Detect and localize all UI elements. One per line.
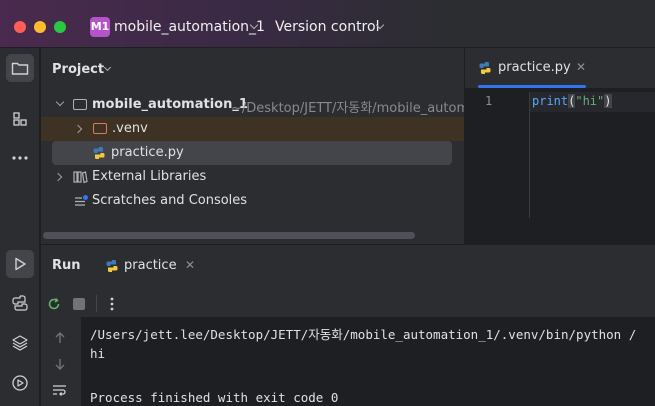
more-tools-button[interactable] — [6, 144, 34, 172]
code-function: print — [532, 94, 569, 108]
project-panel: Project mobile_automation_1 ~/Desktop/JE… — [41, 48, 464, 244]
play-icon — [15, 257, 26, 271]
window-maximize-button[interactable] — [54, 21, 66, 33]
line-number: 1 — [485, 94, 493, 108]
tab-label: practice.py — [498, 60, 571, 75]
run-toolbar — [41, 289, 655, 317]
run-side-toolbar — [41, 317, 81, 406]
console-line: hi — [90, 346, 106, 361]
python-console-button[interactable] — [6, 289, 34, 317]
folder-icon — [73, 99, 87, 110]
rerun-icon[interactable] — [46, 296, 62, 316]
folder-excluded-icon — [93, 123, 107, 134]
external-libraries-label: External Libraries — [92, 169, 207, 184]
tree-root-row[interactable]: mobile_automation_1 ~/Desktop/JETT/자동화/m… — [41, 93, 464, 117]
tree-row-venv[interactable]: .venv — [41, 117, 464, 141]
services-icon — [12, 375, 28, 391]
project-panel-title[interactable]: Project — [52, 62, 104, 77]
services-tool-button[interactable] — [6, 369, 34, 397]
arrow-up-icon[interactable] — [53, 331, 67, 349]
structure-tool-button[interactable] — [6, 105, 34, 133]
code-close-paren: ) — [604, 94, 612, 108]
python-packages-button[interactable] — [6, 329, 34, 357]
python-file-icon — [92, 146, 106, 164]
more-horizontal-icon — [12, 156, 28, 160]
project-badge[interactable]: M1 — [90, 17, 110, 37]
root-folder-path: ~/Desktop/JETT/자동화/mobile_automa — [231, 101, 464, 116]
code-line-1[interactable]: print("hi") — [532, 94, 612, 108]
left-toolbar — [0, 48, 40, 406]
root-folder-name: mobile_automation_1 — [92, 97, 248, 112]
console-output[interactable]: /Users/jett.lee/Desktop/JETT/자동화/mobile_… — [81, 317, 655, 406]
active-tab-indicator — [478, 85, 586, 88]
run-panel-title: Run — [52, 258, 81, 273]
close-tab-icon[interactable]: ✕ — [185, 258, 195, 272]
run-tool-button[interactable] — [6, 250, 34, 278]
window-close-button[interactable] — [14, 21, 26, 33]
library-icon — [73, 170, 88, 188]
version-control-menu[interactable]: Version control — [275, 19, 379, 35]
toolbar-divider — [96, 295, 97, 312]
run-tab-practice[interactable]: practice — [124, 258, 177, 273]
more-vertical-icon[interactable] — [109, 296, 115, 316]
structure-icon — [13, 112, 27, 126]
console-line: /Users/jett.lee/Desktop/JETT/자동화/mobile_… — [90, 327, 637, 342]
code-string: "hi" — [575, 94, 605, 108]
python-file-icon — [478, 61, 492, 79]
expand-arrow-icon[interactable] — [55, 97, 65, 107]
python-console-icon — [12, 295, 28, 311]
soft-wrap-icon[interactable] — [52, 383, 68, 401]
python-file-icon — [105, 259, 119, 277]
console-line: Process finished with exit code 0 — [90, 390, 339, 405]
collapse-arrow-icon[interactable] — [53, 172, 63, 182]
title-bar: M1 mobile_automation_1 Version control — [0, 0, 655, 48]
editor-tab-bar: practice.py ✕ — [465, 48, 655, 88]
collapse-arrow-icon[interactable] — [73, 124, 83, 134]
tree-row-practice-py[interactable]: practice.py — [52, 141, 452, 165]
tree-row-external-libraries[interactable]: External Libraries — [41, 165, 464, 189]
project-switcher[interactable]: mobile_automation_1 — [114, 19, 265, 35]
chevron-down-icon[interactable] — [103, 63, 112, 72]
venv-folder-name: .venv — [112, 121, 148, 136]
horizontal-scrollbar[interactable] — [43, 232, 415, 239]
window-minimize-button[interactable] — [34, 21, 46, 33]
arrow-down-icon[interactable] — [53, 357, 67, 375]
scratches-icon — [74, 194, 89, 212]
layers-icon — [12, 335, 28, 351]
run-panel: Run practice ✕ /Users/jett.lee/Desktop/J… — [41, 244, 655, 406]
close-tab-icon[interactable]: ✕ — [576, 60, 586, 74]
folder-icon — [11, 62, 29, 75]
gutter-divider — [529, 92, 530, 218]
tree-row-scratches[interactable]: Scratches and Consoles — [41, 189, 464, 213]
editor-area: practice.py ✕ 1 print("hi") — [465, 48, 655, 244]
practice-file-name: practice.py — [111, 145, 184, 160]
stop-icon[interactable] — [73, 298, 85, 310]
tab-practice-py[interactable]: practice.py ✕ — [465, 48, 590, 88]
project-tool-button[interactable] — [6, 54, 34, 82]
scratches-label: Scratches and Consoles — [92, 193, 248, 208]
